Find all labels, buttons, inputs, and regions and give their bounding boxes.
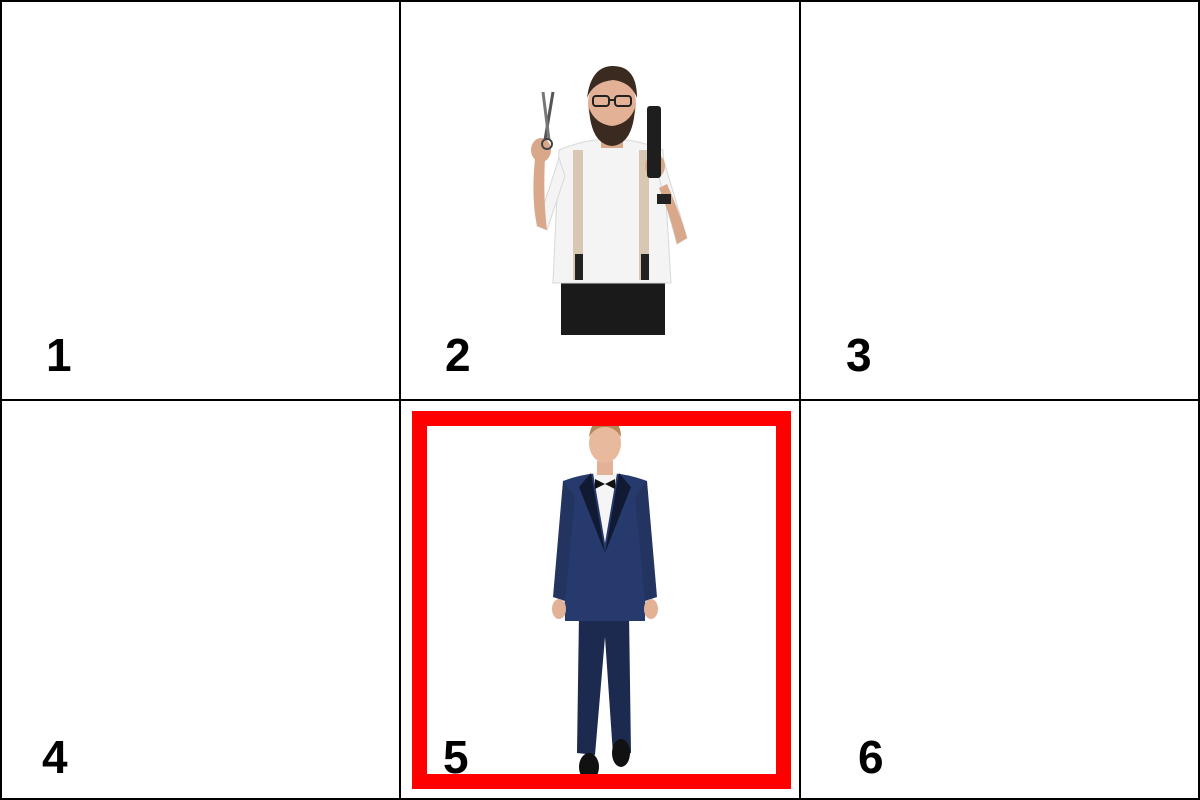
barber-image — [521, 58, 701, 338]
cell-number: 5 — [443, 731, 469, 783]
cell-number: 2 — [445, 329, 471, 381]
cell-number: 6 — [858, 731, 884, 783]
grid-cell-2[interactable]: 2 — [399, 0, 801, 401]
grid-cell-4[interactable]: 4 — [0, 399, 401, 800]
cell-number: 4 — [42, 731, 68, 783]
cell-number: 1 — [46, 329, 72, 381]
grid-cell-5[interactable]: 5 — [399, 399, 801, 800]
tuxedo-man-image — [549, 417, 661, 785]
grid-cell-1[interactable]: 1 — [0, 0, 401, 401]
cell-number: 3 — [846, 329, 872, 381]
grid-cell-3[interactable]: 3 — [799, 0, 1200, 401]
grid-cell-6[interactable]: 6 — [799, 399, 1200, 800]
image-grid: 1 2 3 4 5 6 — [0, 0, 1200, 800]
